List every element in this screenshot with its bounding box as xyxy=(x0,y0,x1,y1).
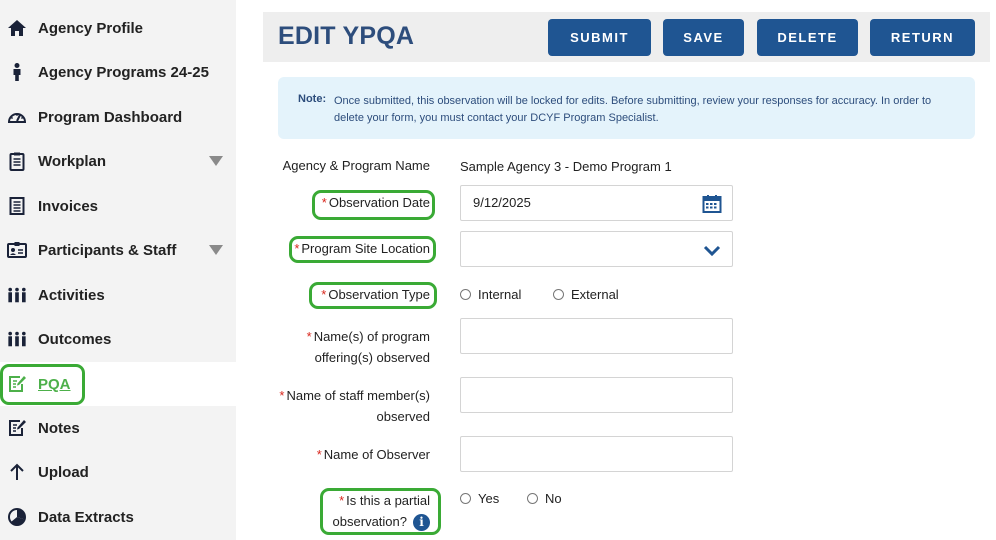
document-icon xyxy=(6,195,28,217)
home-icon xyxy=(6,17,28,39)
staff-observed-label: * Name of staff member(s) observed xyxy=(279,388,430,424)
sidebar-item-label: Agency Programs 24-25 xyxy=(38,63,209,81)
agency-program-label: Agency & Program Name xyxy=(282,158,430,173)
sidebar-item-upload[interactable]: Upload xyxy=(0,450,236,494)
sidebar-item-data-extracts[interactable]: Data Extracts xyxy=(0,495,236,539)
observation-type-label: * Observation Type xyxy=(321,287,430,302)
agency-program-value: Sample Agency 3 - Demo Program 1 xyxy=(460,159,672,174)
sidebar-item-label: Upload xyxy=(38,463,89,481)
sidebar-item-label: Invoices xyxy=(38,197,99,215)
sidebar-item-notes[interactable]: Notes xyxy=(0,406,236,450)
required-marker: * xyxy=(339,493,345,508)
page-title: EDIT YPQA xyxy=(278,22,415,50)
required-marker: * xyxy=(279,388,285,403)
id-card-icon xyxy=(6,239,28,261)
return-button[interactable]: RETURN xyxy=(870,19,975,56)
partial-observation-label: * Is this a partial observation? i xyxy=(332,493,430,532)
sidebar: Agency Profile Agency Programs 24-25 Pro… xyxy=(0,0,236,540)
calendar-icon[interactable] xyxy=(702,194,722,214)
group-icon xyxy=(6,328,28,350)
main-content: EDIT YPQA SUBMIT SAVE DELETE RETURN Note… xyxy=(236,0,996,540)
clipboard-icon xyxy=(6,150,28,172)
observer-name-label: * Name of Observer xyxy=(316,447,430,462)
info-icon[interactable]: i xyxy=(413,514,430,532)
gauge-icon xyxy=(6,106,28,128)
submission-note: Note: Once submitted, this observation w… xyxy=(278,77,975,139)
partial-observation-no-option[interactable]: No xyxy=(527,491,562,506)
required-marker: * xyxy=(306,329,312,344)
radio-button[interactable] xyxy=(527,493,538,504)
app: Agency Profile Agency Programs 24-25 Pro… xyxy=(0,0,996,540)
observer-name-field[interactable] xyxy=(460,436,733,472)
edit-icon xyxy=(6,373,28,395)
sidebar-item-label: Data Extracts xyxy=(38,508,134,526)
required-marker: * xyxy=(321,287,327,302)
sidebar-item-participants-staff[interactable]: Participants & Staff xyxy=(0,228,236,272)
sidebar-item-label: Workplan xyxy=(38,152,107,170)
sidebar-item-label: Outcomes xyxy=(38,330,112,348)
observation-type-external-option[interactable]: External xyxy=(553,287,619,302)
arrow-up-icon xyxy=(6,461,28,483)
sidebar-item-label: PQA xyxy=(38,375,71,393)
radio-button[interactable] xyxy=(460,289,471,300)
group-icon xyxy=(6,284,28,306)
chevron-down-icon[interactable] xyxy=(209,245,223,255)
sidebar-item-program-dashboard[interactable]: Program Dashboard xyxy=(0,95,236,139)
partial-observation-yes-option[interactable]: Yes xyxy=(460,491,499,506)
chevron-down-icon[interactable] xyxy=(209,156,223,166)
pie-chart-icon xyxy=(6,506,28,528)
sidebar-item-agency-programs[interactable]: Agency Programs 24-25 xyxy=(0,50,236,94)
required-marker: * xyxy=(294,241,300,256)
sidebar-item-pqa[interactable]: PQA xyxy=(0,362,236,406)
sidebar-item-label: Program Dashboard xyxy=(38,108,183,126)
sidebar-item-label: Agency Profile xyxy=(38,19,144,37)
note-text: Once submitted, this observation will be… xyxy=(334,95,932,124)
sidebar-item-label: Notes xyxy=(38,419,80,437)
required-marker: * xyxy=(321,195,327,210)
site-location-label: * Program Site Location xyxy=(294,241,430,256)
sidebar-item-label: Activities xyxy=(38,286,105,304)
sidebar-item-label: Participants & Staff xyxy=(38,241,177,259)
observation-date-field[interactable]: 9/12/2025 xyxy=(460,185,733,221)
program-offering-field[interactable] xyxy=(460,318,733,354)
person-icon xyxy=(6,61,28,83)
sidebar-item-workplan[interactable]: Workplan xyxy=(0,139,236,183)
required-marker: * xyxy=(316,447,322,462)
observation-date-label: * Observation Date xyxy=(321,195,430,210)
submit-button[interactable]: SUBMIT xyxy=(548,19,651,56)
observation-type-internal-option[interactable]: Internal xyxy=(460,287,521,302)
page-header: EDIT YPQA SUBMIT SAVE DELETE RETURN xyxy=(263,12,990,62)
delete-button[interactable]: DELETE xyxy=(757,19,858,56)
site-location-select[interactable] xyxy=(460,231,733,267)
observation-date-value: 9/12/2025 xyxy=(473,195,531,210)
sidebar-item-outcomes[interactable]: Outcomes xyxy=(0,317,236,361)
save-button[interactable]: SAVE xyxy=(663,19,744,56)
staff-observed-field[interactable] xyxy=(460,377,733,413)
sidebar-item-agency-profile[interactable]: Agency Profile xyxy=(0,6,236,50)
note-label: Note: xyxy=(298,93,327,105)
sidebar-item-activities[interactable]: Activities xyxy=(0,273,236,317)
radio-button[interactable] xyxy=(460,493,471,504)
edit-icon xyxy=(6,417,28,439)
sidebar-item-invoices[interactable]: Invoices xyxy=(0,184,236,228)
program-offering-label: * Name(s) of program offering(s) observed xyxy=(306,329,430,365)
chevron-down-icon[interactable] xyxy=(702,240,722,260)
radio-button[interactable] xyxy=(553,289,564,300)
